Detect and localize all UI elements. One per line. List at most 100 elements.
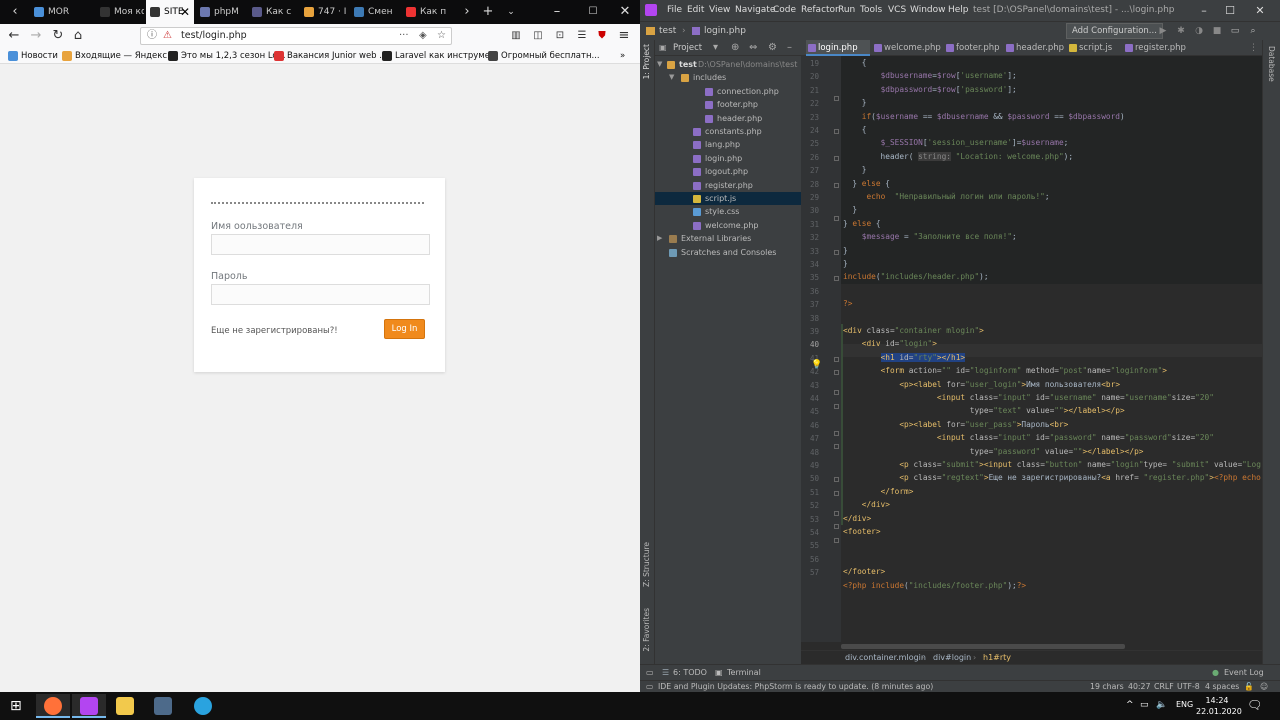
volume-icon[interactable]: 🔈 [1156,700,1167,710]
browser-tab[interactable]: Смен [350,2,400,22]
bookmark-star-icon[interactable]: ☆ [437,28,446,44]
project-tool-tab[interactable]: 1: Project [642,44,651,79]
todo-tool-tab[interactable]: 6: TODO [673,665,707,680]
back-button-icon[interactable]: ← [4,26,24,46]
stop-icon[interactable]: ■ [1210,22,1224,40]
fold-marker-icon[interactable] [834,443,839,449]
network-icon[interactable]: ▭ [1140,700,1149,710]
insecure-lock-icon[interactable]: ⚠ [163,28,172,44]
indent-setting[interactable]: 4 spaces [1205,681,1239,692]
debug-icon[interactable]: ✱ [1174,22,1188,40]
tree-item[interactable]: Scratches and Consoles [655,246,801,259]
lock-icon[interactable]: 🔓 [1244,681,1254,692]
new-tab-button[interactable]: + [477,0,499,24]
settings-gear-icon[interactable]: ⚙ [768,40,777,56]
run-configuration-dropdown[interactable]: Add Configuration... [1066,23,1163,39]
bookmark-item[interactable]: Входящие — Яндекс.... [62,49,178,63]
bookmarks-overflow-icon[interactable]: » [620,49,625,63]
pocket-icon[interactable]: ◈ [419,28,427,44]
intention-bulb-icon[interactable]: 💡 [811,360,822,370]
code-area[interactable]: { $dbusername=$row['username']; $dbpassw… [841,56,1262,642]
screenshot-icon[interactable]: ⊡ [550,26,570,46]
minimize-button[interactable]: – [546,0,568,24]
system-clock[interactable]: 14:24 22.01.2020 [1196,695,1242,717]
tree-item[interactable]: login.php [655,152,801,165]
taskbar-app-button[interactable] [146,694,180,718]
tree-item[interactable]: constants.php [655,125,801,138]
bookmark-item[interactable]: Новости [8,49,58,63]
fold-marker-icon[interactable] [834,182,839,188]
browser-tab[interactable]: 747 · I [300,2,348,22]
file-encoding[interactable]: UTF-8 [1177,681,1200,692]
taskbar-phpstorm-button[interactable] [72,694,106,718]
editor-tab[interactable]: header.php [1004,40,1065,56]
tray-overflow-icon[interactable]: ^ [1126,700,1134,710]
url-bar[interactable]: ⓘ ⚠ test/login.php ··· ◈ ☆ [140,27,452,45]
expand-arrow-icon[interactable]: ▼ [657,58,662,71]
taskbar-telegram-button[interactable] [186,694,220,718]
browser-tab[interactable]: Как п [402,2,452,22]
close-tab-icon[interactable]: ✕ [180,0,190,24]
caret-position[interactable]: 40:27 [1128,681,1150,692]
browser-tab[interactable]: phpM [196,2,246,22]
fold-marker-icon[interactable] [834,276,839,282]
forward-button-icon[interactable]: → [26,26,46,46]
tree-item[interactable]: footer.php [655,98,801,111]
reload-icon[interactable]: ↻ [48,26,68,46]
language-indicator[interactable]: ENG [1176,700,1193,709]
terminal-tool-tab[interactable]: Terminal [727,665,761,680]
run-icon[interactable]: ▶ [1156,22,1170,40]
menu-window[interactable]: Window [910,0,946,21]
menu-run[interactable]: Run [838,0,855,21]
taskbar-firefox-button[interactable] [36,694,70,718]
breadcrumb-file[interactable]: login.php [704,22,746,40]
fold-marker-icon[interactable] [834,490,839,496]
expand-arrow-icon[interactable]: ▼ [669,71,674,84]
crumb-login[interactable]: div#login [933,651,971,665]
tree-item[interactable]: logout.php [655,165,801,178]
fold-marker-icon[interactable] [834,390,839,396]
menu-navigate[interactable]: Navigate [735,0,775,21]
tree-item[interactable]: connection.php [655,85,801,98]
tree-item[interactable]: ▼ includes [655,71,801,84]
horizontal-scrollbar[interactable] [841,644,1125,649]
fold-marker-icon[interactable] [834,155,839,161]
fold-marker-icon[interactable] [834,95,839,101]
database-tool-tab[interactable]: Database [1267,46,1276,82]
fold-marker-icon[interactable] [834,216,839,222]
fold-marker-icon[interactable] [834,524,839,530]
status-layout-icon[interactable]: ▭ [646,681,653,692]
menu-help[interactable]: Help [948,0,969,21]
sidebar-icon[interactable]: ◫ [528,26,548,46]
crumb-container[interactable]: div.container.mlogin [845,651,926,665]
editor-tab[interactable]: welcome.php [872,40,942,56]
adblock-icon[interactable]: ⛊ [592,26,612,46]
tree-item[interactable]: style.css [655,205,801,218]
tree-item[interactable]: header.php [655,112,801,125]
tree-item[interactable]: script.js [655,192,801,206]
tree-item[interactable]: register.php [655,179,801,192]
project-view-label[interactable]: Project [673,43,702,53]
line-separator[interactable]: CRLF [1154,681,1174,692]
menu-refactor[interactable]: Refactor [801,0,839,21]
editor-tab[interactable]: script.js [1067,40,1121,56]
bookmark-item[interactable]: Вакансия Junior web ... [274,49,387,63]
tree-root[interactable]: ▼ test D:\OSPanel\domains\test [655,58,801,71]
favorites-tool-tab[interactable]: 2: Favorites [642,608,651,652]
status-message[interactable]: IDE and Plugin Updates: PhpStorm is read… [658,681,933,692]
password-input[interactable] [211,284,430,305]
tree-item[interactable]: ▶ External Libraries [655,232,801,245]
crumb-h1[interactable]: h1#rty [983,651,1011,665]
fold-marker-icon[interactable] [834,510,839,516]
ide-maximize-button[interactable]: ☐ [1220,0,1240,21]
tree-item[interactable]: welcome.php [655,219,801,232]
maximize-button[interactable]: ☐ [582,0,604,24]
breadcrumb-project[interactable]: test [659,22,676,40]
event-log-tool-tab[interactable]: Event Log [1224,665,1264,680]
editor-tab[interactable]: footer.php [944,40,1002,56]
home-icon[interactable]: ⌂ [68,26,88,46]
menu-edit[interactable]: Edit [687,0,704,21]
fold-marker-icon[interactable] [834,356,839,362]
tab-list-back-icon[interactable]: ‹ [4,0,26,24]
browser-tab[interactable]: MOR [30,2,94,22]
